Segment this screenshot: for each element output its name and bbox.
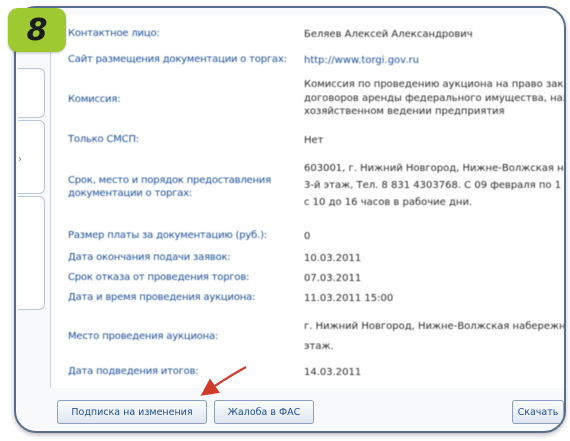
field-value: 3-й этаж, Тел. 8 831 4303768. С 09 февра… — [304, 180, 562, 191]
side-tab-1[interactable] — [18, 68, 45, 118]
field-label: Дата подведения итогов: — [68, 366, 199, 377]
notice-details-panel: Контактное лицо: Беляев Алексей Александ… — [50, 14, 566, 388]
field-value: г. Нижний Новгород, Нижне-Волжская набер… — [304, 321, 566, 332]
field-value: этаж. — [304, 341, 334, 352]
screenshot-frame: › Контактное лицо: Беляев Алексей Алекса… — [14, 6, 566, 433]
field-label: Дата и время проведения аукциона: — [68, 292, 256, 303]
fas-complaint-button[interactable]: Жалоба в ФАС — [214, 400, 314, 424]
field-label: Контактное лицо: — [68, 28, 160, 39]
field-value: Беляев Алексей Александрович — [304, 29, 473, 40]
field-value: Комиссия по проведению аукциона на право… — [304, 79, 564, 90]
step-number: 8 — [26, 12, 48, 48]
side-tab-3[interactable] — [18, 196, 45, 310]
field-label: Срок отказа от проведения торгов: — [68, 272, 250, 283]
site-link[interactable]: http://www.torgi.gov.ru — [304, 54, 419, 68]
field-value: хозяйственном ведении предприятия — [304, 106, 505, 117]
field-value: 07.03.2011 — [304, 273, 362, 284]
field-value: с 10 до 16 часов в рабочие дни. — [304, 197, 473, 208]
field-label: Комиссия: — [68, 94, 121, 105]
field-value: 603001, г. Нижний Новгород, Нижне-Волжск… — [304, 163, 566, 174]
field-label: Размер платы за документацию (руб.): — [68, 230, 267, 241]
field-label: Срок, место и порядок предоставления — [68, 175, 271, 186]
field-label: Место проведения аукциона: — [68, 331, 219, 342]
field-label: документации о торгах: — [68, 188, 193, 199]
field-label: Сайт размещения документации о торгах: — [68, 54, 287, 65]
field-label: Дата окончания подачи заявок: — [68, 252, 231, 263]
subscribe-changes-button[interactable]: Подписка на изменения — [57, 400, 207, 424]
side-tab-2[interactable] — [18, 120, 45, 194]
step-number-badge: 8 — [8, 8, 66, 52]
field-value: 11.03.2011 15:00 — [304, 293, 394, 304]
field-label: Только СМСП: — [68, 134, 139, 145]
field-value: Нет — [304, 135, 324, 146]
field-value: договоров аренды федерального имущества,… — [304, 92, 564, 104]
chevron-right-icon: › — [18, 154, 22, 165]
field-value: 10.03.2011 — [304, 253, 362, 264]
download-button[interactable]: Скачать — [512, 400, 564, 424]
left-side-panel: › — [16, 8, 45, 431]
field-value: 0 — [304, 231, 311, 242]
field-value: 14.03.2011 — [304, 367, 362, 378]
